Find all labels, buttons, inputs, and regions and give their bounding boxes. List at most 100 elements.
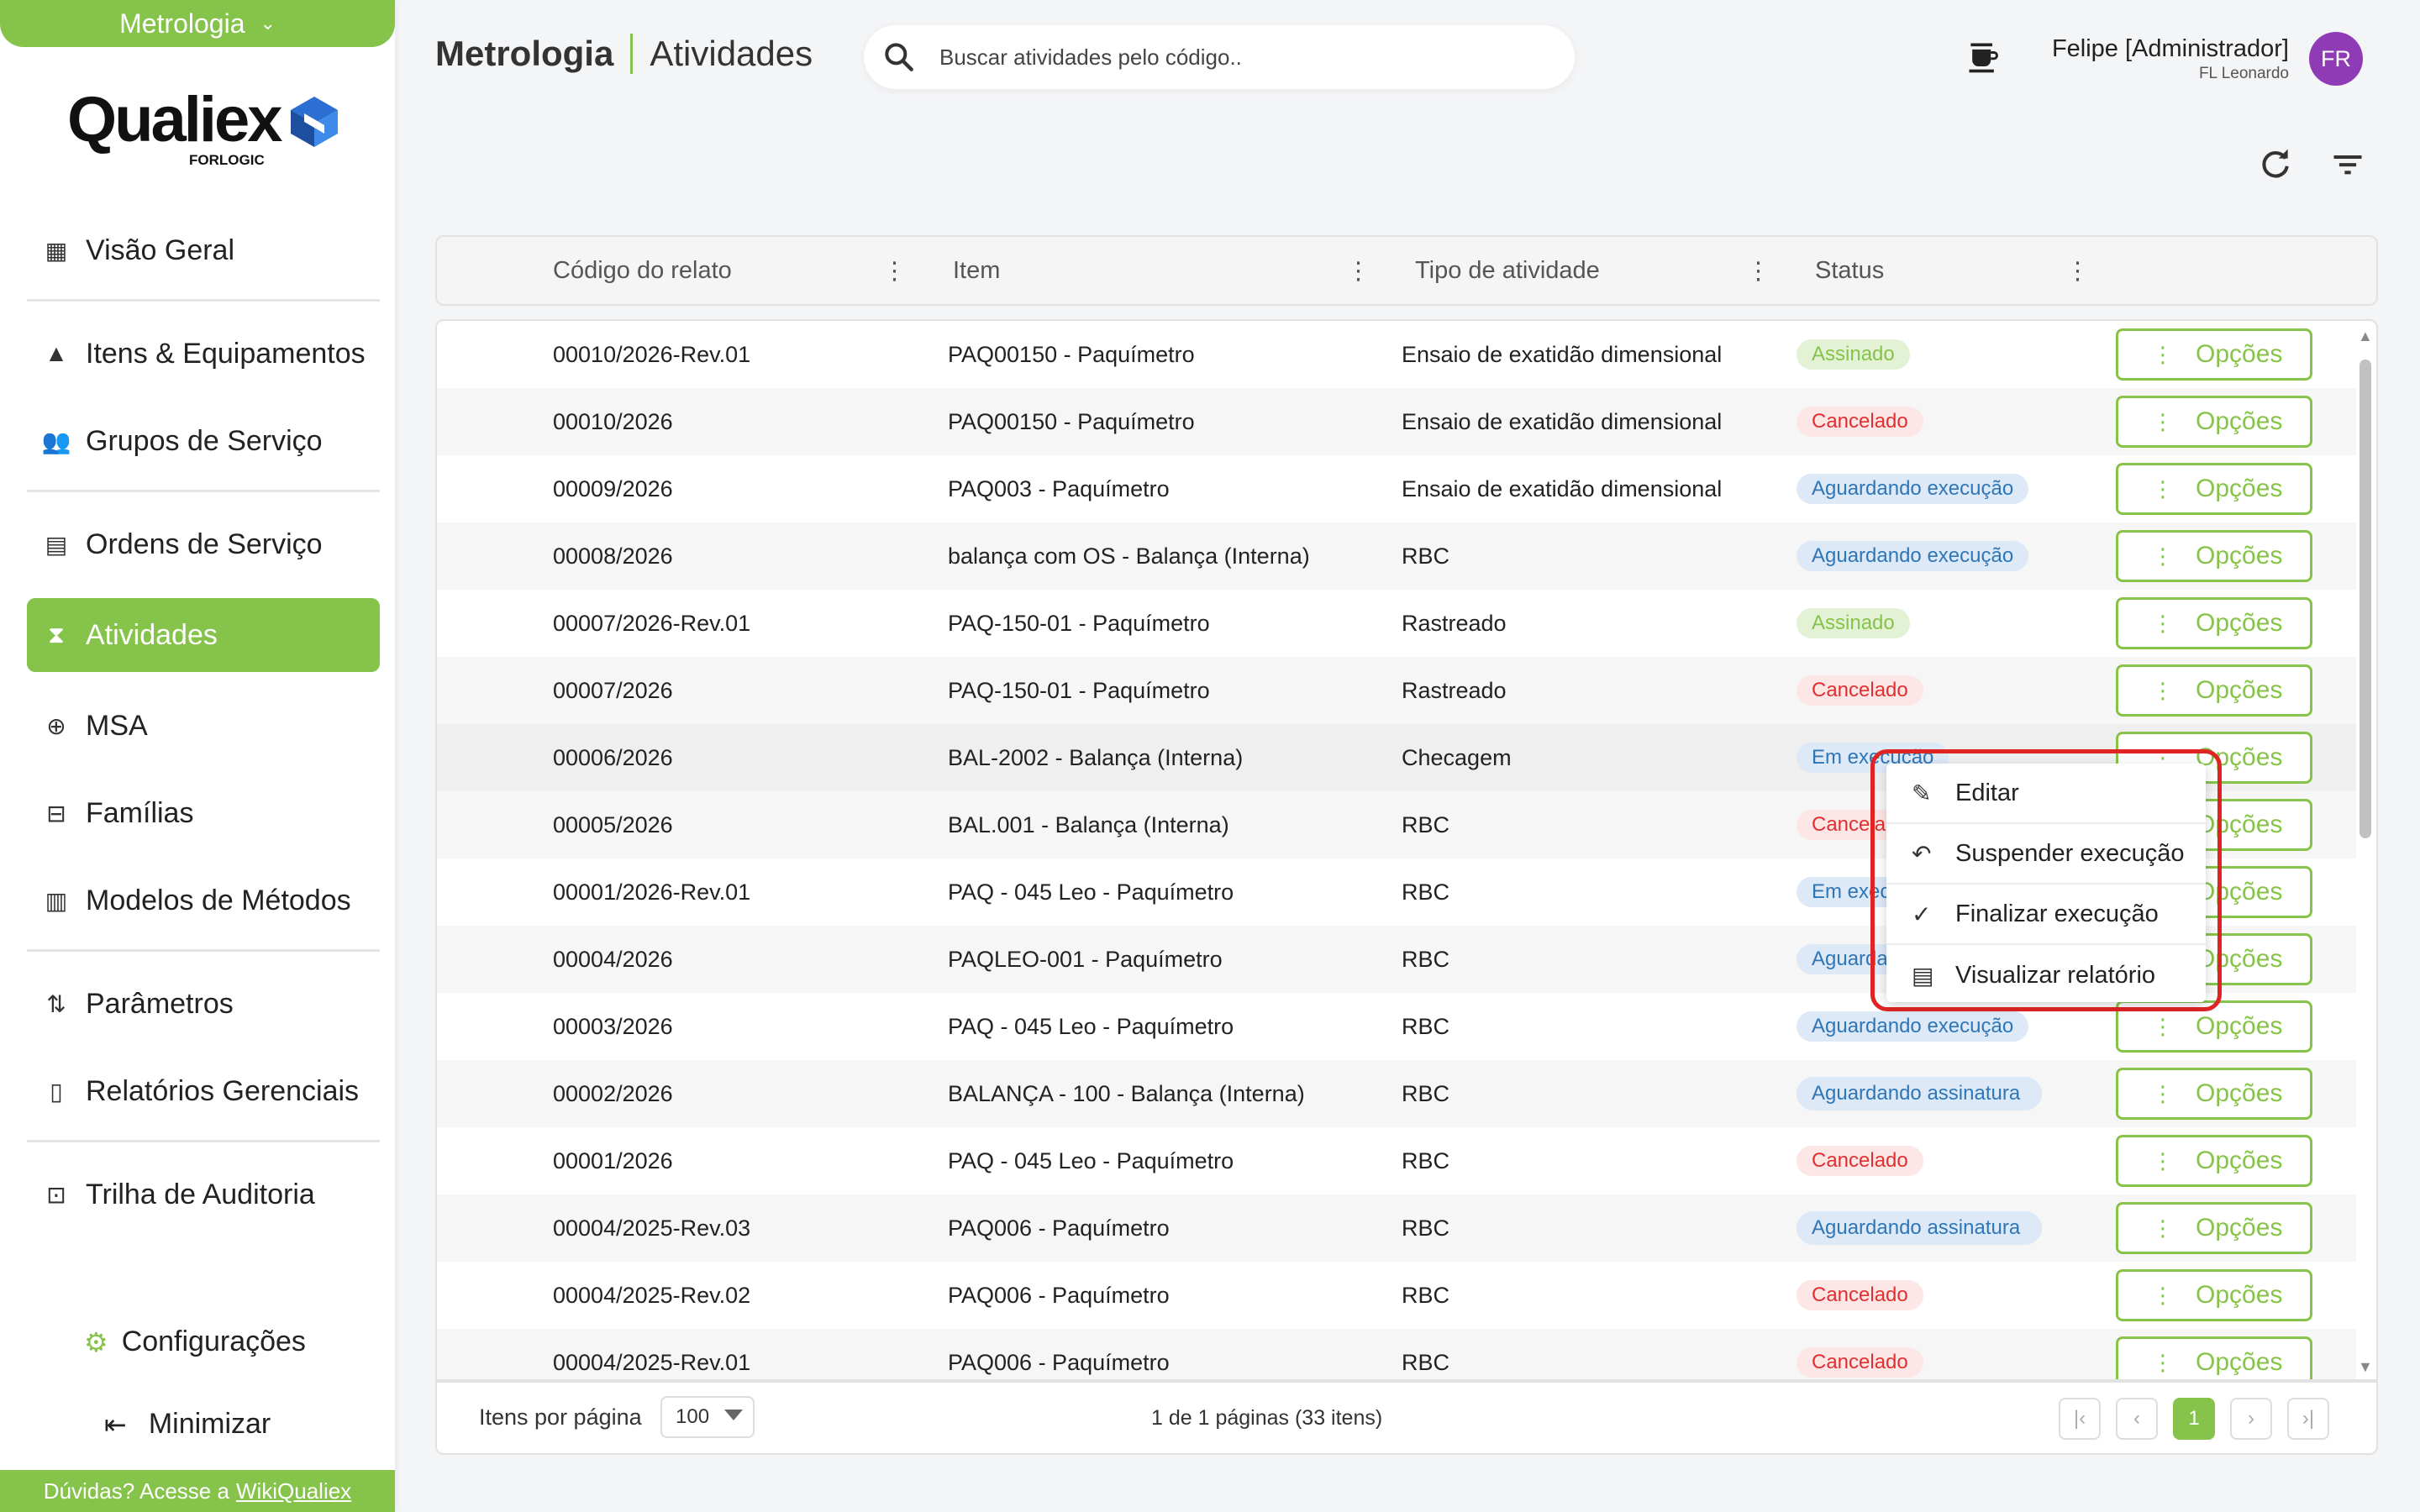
table-row[interactable]: 00008/2026 balança com OS - Balança (Inte…: [437, 522, 2356, 590]
minimize-sidebar-button[interactable]: ⇤ Minimizar: [104, 1408, 271, 1441]
options-button[interactable]: ⋮ Opções: [2116, 1135, 2312, 1187]
row-item: PAQ - 045 Leo - Paquímetro: [948, 879, 1234, 905]
status-badge: Aguardando assinatura: [1797, 1210, 2042, 1246]
row-type: RBC: [1402, 1215, 1450, 1241]
sidebar-item-ordens-de-serviço[interactable]: ▤ Ordens de Serviço: [27, 511, 380, 578]
sidebar-divider: [27, 1140, 380, 1142]
row-item: PAQ - 045 Leo - Paquímetro: [948, 1013, 1234, 1039]
table-row[interactable]: 00010/2026 PAQ00150 - Paquímetro Ensaio de…: [437, 388, 2356, 455]
table-row[interactable]: 00004/2025-Rev.01 PAQ006 - Paquímetro RBC C…: [437, 1329, 2356, 1379]
col-header-code-label: Código do relato: [553, 256, 732, 284]
col-item-menu-icon[interactable]: ⋮: [1346, 237, 1370, 304]
col-type-menu-icon[interactable]: ⋮: [1746, 237, 1770, 304]
sidebar-item-msa[interactable]: ⊕ MSA: [27, 692, 380, 759]
context-menu-highlight: ✎ Editar ↶ Suspender execução ✓ Finalizar exe…: [1870, 749, 2222, 1011]
menu-item-visualizar-relatório[interactable]: ▤ Visualizar relatório: [1886, 945, 2206, 1005]
options-button[interactable]: ⋮ Opções: [2116, 664, 2312, 717]
user-info[interactable]: Felipe [Administrador] FL Leonardo: [2052, 35, 2289, 83]
status-badge: Aguardando execução: [1797, 540, 2029, 572]
sidebar-item-parâmetros[interactable]: ⇅ Parâmetros: [27, 970, 380, 1037]
coffee-cup-icon[interactable]: [1965, 39, 2002, 76]
scroll-up-arrow-icon[interactable]: ▲: [2358, 328, 2373, 345]
row-item: PAQ-150-01 - Paquímetro: [948, 677, 1210, 703]
pencil-icon: ✎: [1912, 780, 1932, 806]
table-row[interactable]: 00009/2026 PAQ003 - Paquímetro Ensaio de e…: [437, 455, 2356, 522]
row-code: 00009/2026: [553, 475, 673, 501]
col-code-menu-icon[interactable]: ⋮: [882, 237, 907, 304]
items-per-page-label: Itens por página: [479, 1404, 642, 1430]
search-input[interactable]: [939, 44, 1528, 71]
options-button[interactable]: ⋮ Opções: [2116, 1269, 2312, 1321]
sidebar-item-famílias[interactable]: ⊟ Famílias: [27, 780, 380, 847]
table-row[interactable]: 00004/2025-Rev.03 PAQ006 - Paquímetro RBC A…: [437, 1194, 2356, 1262]
options-button[interactable]: ⋮ Opções: [2116, 396, 2312, 448]
sidebar-item-visão-geral[interactable]: ▦ Visão Geral: [27, 217, 380, 284]
options-label: Opções: [2196, 340, 2283, 368]
wiki-link[interactable]: WikiQualiex: [236, 1478, 351, 1504]
more-vertical-icon: ⋮: [2152, 475, 2174, 501]
items-per-page-select[interactable]: 100: [660, 1396, 755, 1438]
row-type: Ensaio de exatidão dimensional: [1402, 341, 1723, 367]
options-button[interactable]: ⋮ Opções: [2116, 530, 2312, 582]
row-code: 00003/2026: [553, 1013, 673, 1039]
col-status-menu-icon[interactable]: ⋮: [2065, 237, 2090, 304]
collapse-left-icon: ⇤: [104, 1409, 127, 1440]
title-divider: [630, 34, 634, 74]
table-row[interactable]: 00007/2026 PAQ-150-01 - Paquímetro Rastrea…: [437, 657, 2356, 724]
menu-item-finalizar-execução[interactable]: ✓ Finalizar execução: [1886, 885, 2206, 945]
module-selector[interactable]: Metrologia ⌄: [0, 0, 395, 47]
options-button[interactable]: ⋮ Opções: [2116, 328, 2312, 381]
col-header-type-label: Tipo de atividade: [1415, 256, 1600, 284]
table-row[interactable]: 00007/2026-Rev.01 PAQ-150-01 - Paquímetro…: [437, 590, 2356, 657]
sidebar-item-atividades[interactable]: ⧗ Atividades: [27, 598, 380, 672]
audit-icon: ⊡: [46, 1181, 66, 1208]
options-button[interactable]: ⋮ Opções: [2116, 1336, 2312, 1379]
sidebar-item-grupos-de-serviço[interactable]: 👥 Grupos de Serviço: [27, 407, 380, 475]
clipboard-icon: ▤: [1912, 962, 1934, 989]
options-button[interactable]: ⋮ Opções: [2116, 597, 2312, 649]
scroll-down-arrow-icon[interactable]: ▼: [2358, 1358, 2373, 1376]
menu-item-suspender-execução[interactable]: ↶ Suspender execução: [1886, 824, 2206, 885]
row-code: 00001/2026-Rev.01: [553, 879, 751, 905]
sidebar-item-label: Modelos de Métodos: [86, 884, 351, 916]
table-row[interactable]: 00002/2026 BALANÇA - 100 - Balança (Inter…: [437, 1060, 2356, 1127]
row-code: 00010/2026: [553, 408, 673, 434]
page-number-button[interactable]: 1: [2173, 1398, 2215, 1440]
more-vertical-icon: ⋮: [2152, 677, 2174, 703]
sidebar-item-itens-equipamentos[interactable]: ▲ Itens & Equipamentos: [27, 320, 380, 387]
next-page-icon[interactable]: ›: [2230, 1398, 2272, 1440]
settings-link[interactable]: ⚙ Configurações: [84, 1326, 306, 1358]
options-button[interactable]: ⋮ Opções: [2116, 1068, 2312, 1120]
row-item: BAL.001 - Balança (Interna): [948, 811, 1229, 837]
table-row[interactable]: 00001/2026 PAQ - 045 Leo - Paquímetro RBC C…: [437, 1127, 2356, 1194]
scrollbar-thumb[interactable]: [2360, 360, 2371, 838]
row-type: RBC: [1402, 946, 1450, 972]
options-label: Opções: [2196, 1147, 2283, 1174]
options-button[interactable]: ⋮ Opções: [2116, 463, 2312, 515]
sidebar-item-trilha-de-auditoria[interactable]: ⊡ Trilha de Auditoria: [27, 1161, 380, 1228]
page-name: Atividades: [650, 34, 813, 73]
sidebar-item-modelos-de-métodos[interactable]: ▥ Modelos de Métodos: [27, 867, 380, 934]
avatar[interactable]: FR: [2309, 32, 2363, 86]
col-header-status[interactable]: Status: [1815, 237, 1884, 304]
row-code: 00001/2026: [553, 1147, 673, 1173]
zoom-icon: ⊕: [46, 712, 66, 739]
row-item: PAQLEO-001 - Paquímetro: [948, 946, 1223, 972]
col-header-item[interactable]: Item: [953, 237, 1000, 304]
prev-page-icon[interactable]: ‹: [2116, 1398, 2158, 1440]
vertical-scrollbar[interactable]: ▲ ▼: [2358, 328, 2373, 1376]
options-button[interactable]: ⋮ Opções: [2116, 1202, 2312, 1254]
col-header-type[interactable]: Tipo de atividade: [1415, 237, 1600, 304]
filter-icon[interactable]: [2329, 146, 2366, 183]
col-header-code[interactable]: Código do relato: [553, 237, 732, 304]
last-page-icon[interactable]: ›|: [2287, 1398, 2329, 1440]
row-type: RBC: [1402, 1147, 1450, 1173]
table-row[interactable]: 00010/2026-Rev.01 PAQ00150 - Paquímetro En…: [437, 321, 2356, 388]
refresh-icon[interactable]: [2257, 146, 2294, 183]
menu-item-editar[interactable]: ✎ Editar: [1886, 764, 2206, 824]
sidebar-item-relatórios-gerenciais[interactable]: ▯ Relatórios Gerenciais: [27, 1058, 380, 1125]
table-row[interactable]: 00004/2025-Rev.02 PAQ006 - Paquímetro RBC C…: [437, 1262, 2356, 1329]
gear-icon: ⚙: [84, 1326, 108, 1357]
first-page-icon[interactable]: |‹: [2059, 1398, 2101, 1440]
sidebar-divider: [27, 490, 380, 492]
